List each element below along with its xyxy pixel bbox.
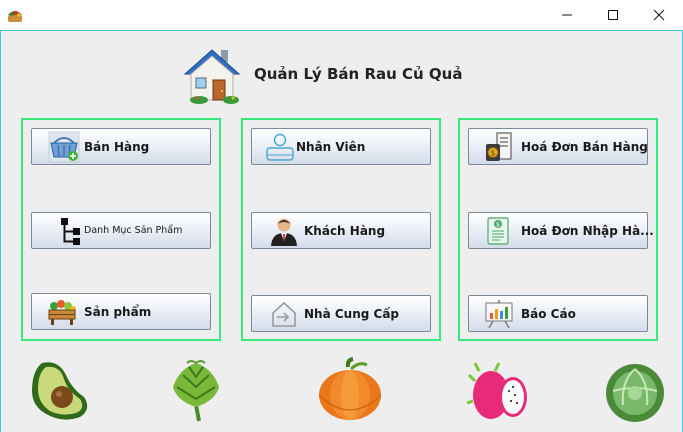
danh-muc-label: Danh Mục Sản Phẩm [84, 225, 183, 236]
svg-text:$: $ [496, 221, 500, 229]
minimize-icon [562, 14, 572, 16]
nhan-vien-button[interactable]: Nhân Viên [251, 128, 431, 165]
hoa-don-nhap-label: Hoá Đơn Nhập Hà... [521, 223, 654, 238]
pumpkin-icon [318, 357, 382, 420]
san-pham-button[interactable]: Sản phẩm [31, 293, 211, 330]
ban-hang-button[interactable]: Bán Hàng [31, 128, 211, 165]
report-chart-icon [485, 300, 513, 329]
hoa-don-ban-button[interactable]: $ Hoá Đơn Bán Hàng [468, 128, 648, 165]
hoa-don-ban-label: Hoá Đơn Bán Hàng [521, 139, 648, 154]
artichoke-icon [173, 360, 219, 422]
close-icon [653, 9, 665, 21]
home-icon [183, 49, 241, 104]
svg-text:$: $ [490, 149, 495, 158]
ban-hang-label: Bán Hàng [84, 139, 150, 154]
sales-invoice-icon: $ [486, 132, 512, 161]
client-area: Quản Lý Bán Rau Củ Quả Bán Hàng Danh Mục… [0, 30, 683, 432]
maximize-icon [608, 10, 618, 20]
supplier-icon [272, 301, 296, 327]
nhan-vien-label: Nhân Viên [296, 139, 366, 154]
shopping-basket-icon [48, 131, 80, 163]
khach-hang-label: Khách Hàng [304, 223, 386, 238]
hoa-don-nhap-button[interactable]: $ Hoá Đơn Nhập Hà... [468, 212, 654, 249]
app-window: Quản Lý Bán Rau Củ Quả Bán Hàng Danh Mục… [0, 0, 683, 432]
nha-cung-cap-button[interactable]: Nhà Cung Cấp [251, 295, 431, 332]
app-icon [8, 11, 22, 22]
close-button[interactable] [636, 0, 682, 30]
san-pham-label: Sản phẩm [84, 304, 152, 319]
page-title: Quản Lý Bán Rau Củ Quả [254, 65, 463, 83]
vegetable-basket-icon [48, 300, 76, 325]
dragon-fruit-icon [466, 362, 527, 419]
minimize-button[interactable] [544, 0, 590, 30]
customer-icon [271, 218, 297, 246]
khach-hang-button[interactable]: Khách Hàng [251, 212, 431, 249]
danh-muc-button[interactable]: Danh Mục Sản Phẩm [31, 212, 211, 249]
cabbage-icon [606, 364, 664, 422]
avocado-icon [32, 362, 88, 420]
title-bar[interactable] [0, 0, 683, 30]
maximize-button[interactable] [590, 0, 636, 30]
bao-cao-button[interactable]: Báo Cáo [468, 295, 648, 332]
employee-icon [266, 133, 294, 161]
nha-cung-cap-label: Nhà Cung Cấp [304, 306, 400, 321]
import-invoice-icon: $ [487, 217, 509, 245]
bao-cao-label: Báo Cáo [521, 306, 576, 321]
